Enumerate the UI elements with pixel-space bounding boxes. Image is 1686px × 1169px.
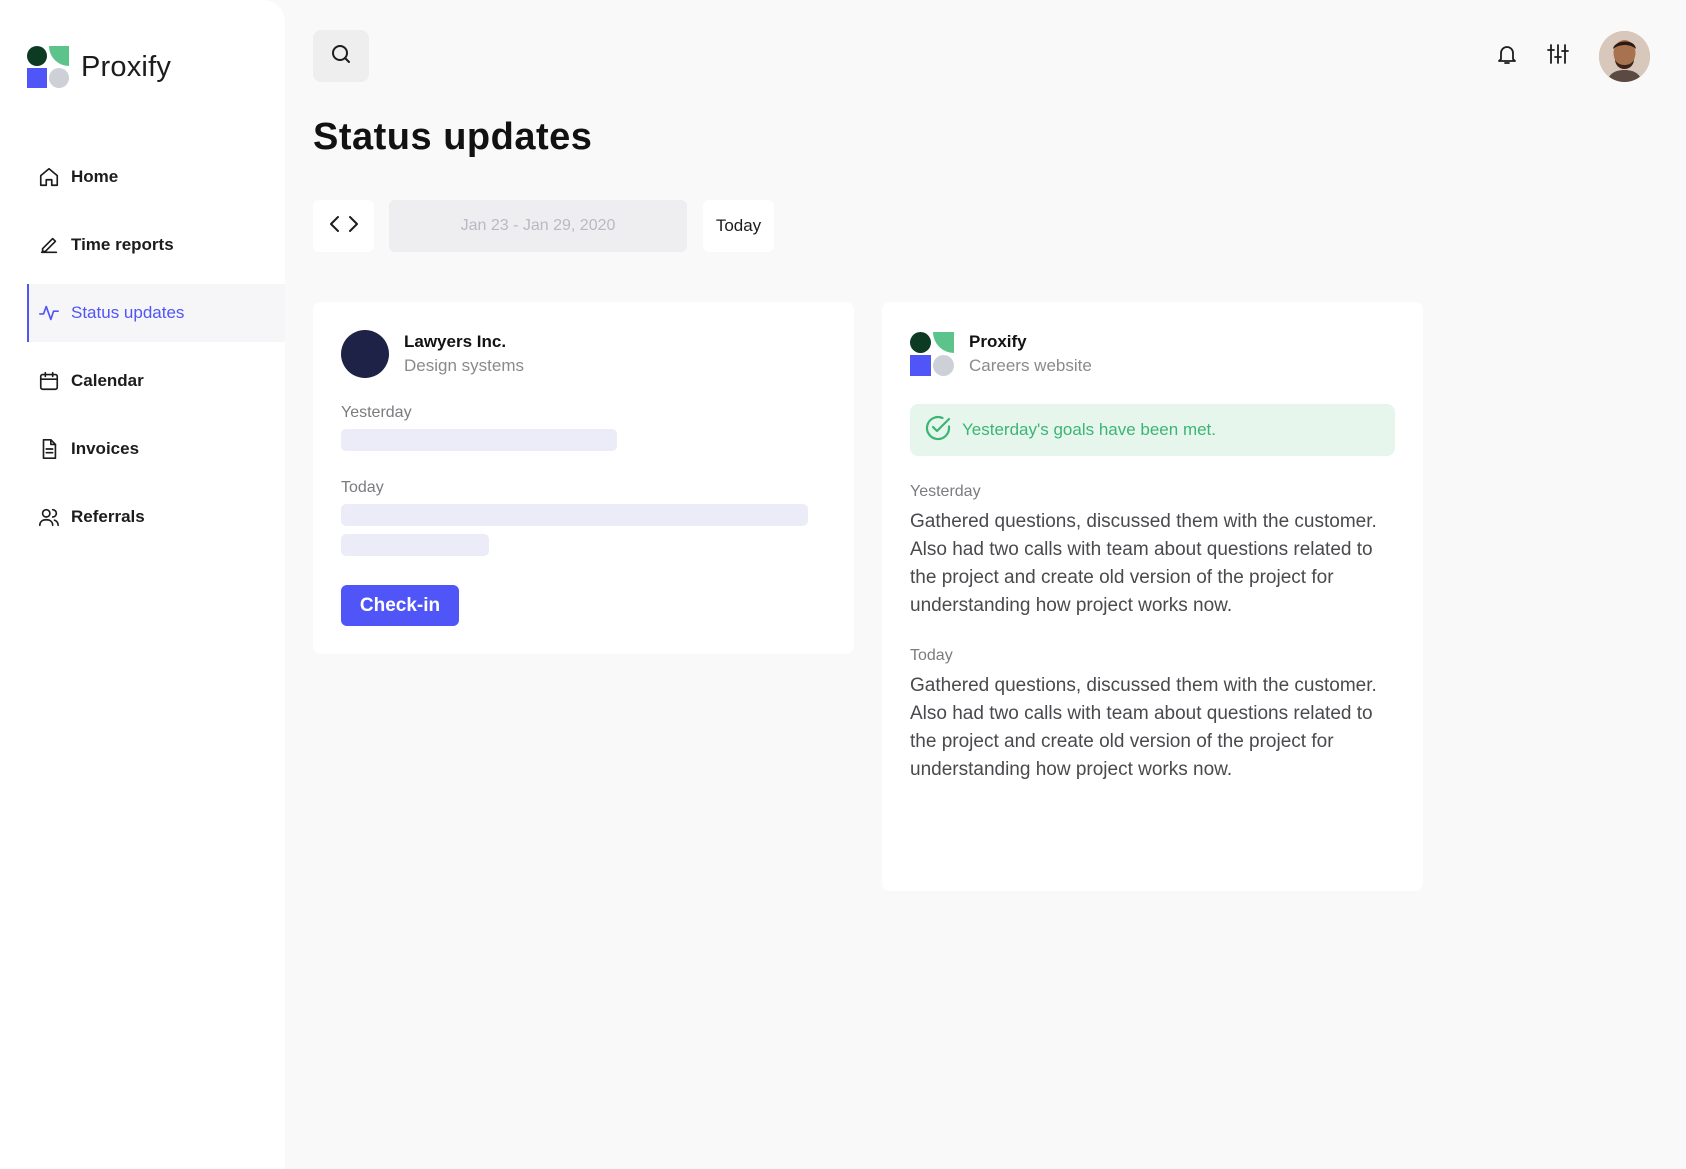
sliders-icon (1546, 42, 1570, 71)
status-card-proxify: Proxify Careers website Yesterday's goal… (882, 302, 1423, 891)
sidebar-item-label: Calendar (71, 371, 144, 390)
bell-icon (1495, 42, 1519, 71)
sidebar: Proxify Home Time reports Status updates (0, 0, 285, 1169)
document-icon (38, 438, 60, 460)
company-avatar (341, 330, 389, 378)
company-name: Proxify (969, 332, 1027, 351)
today-update-text: Gathered questions, discussed them with … (910, 675, 1377, 780)
brand-name: Proxify (81, 50, 172, 83)
pencil-icon (38, 234, 60, 256)
sidebar-item-label: Invoices (71, 439, 140, 458)
calendar-icon (38, 370, 60, 392)
sidebar-item-label: Time reports (71, 235, 174, 254)
filters-button[interactable] (1544, 42, 1572, 70)
yesterday-placeholder (341, 429, 617, 451)
search-icon (329, 42, 353, 71)
project-name: Careers website (969, 356, 1092, 375)
sidebar-item-time-reports[interactable]: Time reports (27, 216, 285, 274)
chevron-right-icon[interactable] (346, 215, 360, 238)
sidebar-nav: Home Time reports Status updates Calenda… (27, 148, 285, 556)
today-placeholder-line-1 (341, 504, 808, 526)
sidebar-item-label: Referrals (71, 507, 145, 526)
sidebar-item-home[interactable]: Home (27, 148, 285, 206)
today-label: Today (910, 647, 953, 664)
activity-icon (38, 302, 60, 324)
app-root: Proxify Home Time reports Status updates (0, 0, 1686, 1169)
sidebar-item-label: Home (71, 167, 119, 186)
today-button[interactable]: Today (703, 200, 774, 252)
proxify-logo-icon (27, 46, 69, 88)
today-label: Today (341, 479, 384, 496)
yesterday-update-text: Gathered questions, discussed them with … (910, 511, 1377, 616)
goals-met-banner: Yesterday's goals have been met. (910, 404, 1395, 456)
page-title: Status updates (313, 116, 593, 158)
company-name: Lawyers Inc. (404, 332, 507, 351)
sidebar-item-label: Status updates (71, 303, 185, 322)
proxify-logo-icon (910, 332, 954, 376)
search-button[interactable] (313, 30, 369, 82)
users-icon (38, 506, 60, 528)
today-placeholder-line-2 (341, 534, 489, 556)
user-avatar[interactable] (1599, 31, 1650, 82)
date-range-field[interactable]: Jan 23 - Jan 29, 2020 (389, 200, 687, 252)
date-navigation (313, 200, 374, 252)
chevron-left-icon[interactable] (328, 215, 342, 238)
sidebar-item-referrals[interactable]: Referrals (27, 488, 285, 546)
avatar-image (1599, 31, 1650, 82)
notifications-button[interactable] (1493, 42, 1521, 70)
yesterday-label: Yesterday (341, 404, 412, 421)
check-circle-icon (924, 414, 952, 447)
status-card-lawyers: Lawyers Inc. Design systems Yesterday To… (313, 302, 854, 654)
sidebar-item-calendar[interactable]: Calendar (27, 352, 285, 410)
yesterday-label: Yesterday (910, 483, 981, 500)
check-in-button[interactable]: Check-in (341, 585, 459, 626)
goals-met-text: Yesterday's goals have been met. (962, 420, 1217, 439)
home-icon (38, 166, 60, 188)
sidebar-item-status-updates[interactable]: Status updates (27, 284, 285, 342)
sidebar-item-invoices[interactable]: Invoices (27, 420, 285, 478)
brand[interactable]: Proxify (27, 46, 171, 88)
project-name: Design systems (404, 356, 524, 375)
